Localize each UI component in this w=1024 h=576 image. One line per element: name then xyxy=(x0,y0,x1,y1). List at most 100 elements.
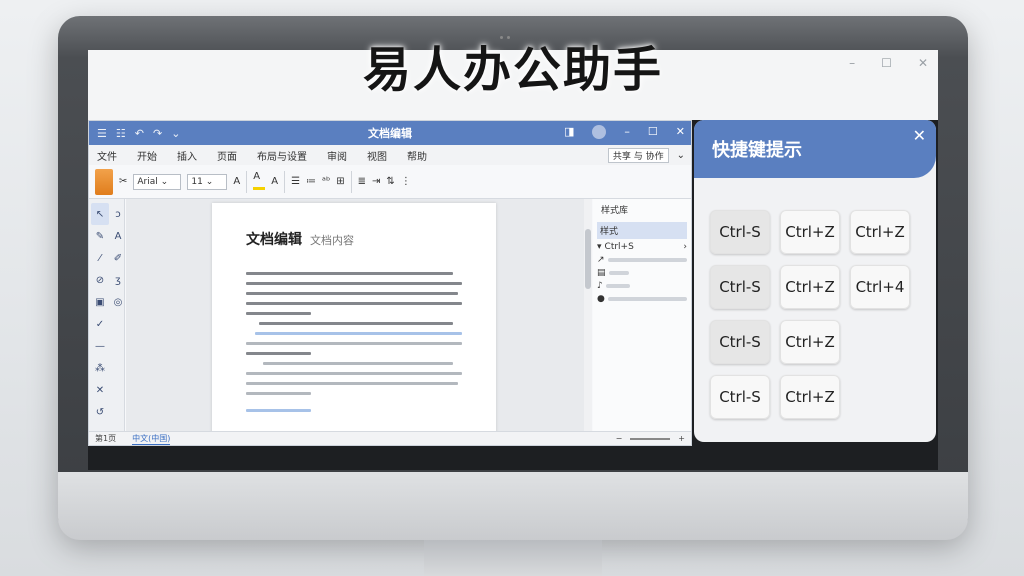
close-icon[interactable]: ✕ xyxy=(913,126,926,145)
curve-tool-icon[interactable]: ʒ xyxy=(109,269,127,291)
camera-dots xyxy=(500,24,514,39)
strikethrough-icon[interactable]: ᵃᵇ xyxy=(322,176,330,187)
selected-text-line xyxy=(254,332,462,335)
text-line xyxy=(246,382,458,385)
shape-tool-icon[interactable]: ⊘ xyxy=(91,269,109,291)
menu-layout[interactable]: 布局与设置 xyxy=(257,148,307,163)
indent-icon[interactable]: ⇥ xyxy=(372,176,380,187)
cross-tool-icon[interactable]: ✕ xyxy=(91,379,109,401)
editor-window: ☰ ☷ ↶ ↷ ⌄ 文档编辑 ◨ – ☐ ✕ 文件 开始 插入 页面 布局与设置… xyxy=(88,120,692,446)
doc-subheading: 文档内容 xyxy=(310,234,354,247)
font-grow-button[interactable]: A xyxy=(233,176,240,187)
image-tool-icon[interactable]: ▣ xyxy=(91,291,109,313)
lasso-tool-icon[interactable]: ɔ xyxy=(109,203,127,225)
pencil-tool-icon[interactable]: ✐ xyxy=(109,247,127,269)
font-size-value: 11 xyxy=(191,176,203,187)
shortcut-key[interactable]: Ctrl-S xyxy=(710,375,770,419)
rotate-tool-icon[interactable]: ↺ xyxy=(91,401,109,423)
zoom-in-button[interactable]: + xyxy=(678,434,685,443)
monitor-chin xyxy=(58,472,968,540)
magic-wand-icon[interactable]: ⁂ xyxy=(91,357,109,379)
footer-link-line xyxy=(246,409,311,412)
zoom-slider[interactable] xyxy=(630,437,671,440)
text-line xyxy=(246,312,311,315)
chevron-down-icon[interactable]: ⌄ xyxy=(677,150,685,161)
shortcut-key[interactable]: Ctrl-S xyxy=(710,210,770,254)
close-button[interactable]: ✕ xyxy=(676,125,685,139)
check-tool-icon[interactable]: ✓ xyxy=(91,313,109,335)
left-tool-palette: ↖ ɔ ✎ A ⁄ ✐ ⊘ ʒ ▣ ◎ ✓ — ⁂ ✕ ↺ xyxy=(89,199,125,431)
side-pane-item[interactable]: ▾ Ctrl+S › xyxy=(597,242,687,252)
fire-icon: ● xyxy=(597,294,605,304)
side-pane-item-selected[interactable]: 样式 xyxy=(597,222,687,239)
list-bullets-icon[interactable]: ≔ xyxy=(306,176,316,187)
empty-slot xyxy=(109,335,127,357)
text-line xyxy=(246,272,454,275)
side-pane-header: 样式库 xyxy=(601,206,629,216)
shortcut-key[interactable]: Ctrl+Z xyxy=(780,375,840,419)
divider xyxy=(246,170,248,193)
side-pane-item[interactable]: ↗ xyxy=(597,255,687,265)
text-line xyxy=(246,292,458,295)
menu-insert[interactable]: 插入 xyxy=(177,148,197,163)
zoom-out-button[interactable]: − xyxy=(616,434,623,443)
menu-bar: 文件 开始 插入 页面 布局与设置 审阅 视图 帮助 共享 与 协作 ⌄ xyxy=(89,145,691,165)
line-tool-icon[interactable]: — xyxy=(91,335,109,357)
vertical-scrollbar[interactable] xyxy=(584,199,592,431)
brush-tool-icon[interactable]: ⁄ xyxy=(91,247,109,269)
sort-icon[interactable]: ⇅ xyxy=(386,176,394,187)
ribbon: ✂ Arial ⌄ 11 ⌄ A A A ☰ ≔ ᵃᵇ ⊞ ≣ ⇥ ⇅ ⋮ xyxy=(89,165,691,199)
paragraph-icon[interactable]: ≣ xyxy=(358,176,366,187)
circle-tool-icon[interactable]: ◎ xyxy=(109,291,127,313)
status-bar: 第1页 中文(中国) − + xyxy=(89,431,691,445)
shortcut-key[interactable]: Ctrl+Z xyxy=(780,265,840,309)
share-button[interactable]: 共享 与 协作 xyxy=(607,147,669,163)
document-canvas: 文档编辑 文档内容 xyxy=(126,199,584,431)
select-tool-icon[interactable]: ↖ xyxy=(91,203,109,225)
shortcut-key[interactable]: Ctrl+4 xyxy=(850,265,910,309)
bold-icon[interactable]: A xyxy=(271,176,278,187)
font-size-select[interactable]: 11 ⌄ xyxy=(187,173,228,190)
text-line xyxy=(246,352,311,355)
font-color-button[interactable]: A xyxy=(253,171,266,193)
font-name-select[interactable]: Arial ⌄ xyxy=(133,173,182,190)
shortcut-panel-title: 快捷键提示 xyxy=(712,140,802,161)
menu-home[interactable]: 开始 xyxy=(137,148,157,163)
shortcut-key[interactable]: Ctrl-S xyxy=(710,265,770,309)
menu-view[interactable]: 视图 xyxy=(367,148,387,163)
side-pane-item[interactable]: ♪ xyxy=(597,281,687,291)
empty-key-slot xyxy=(850,375,910,419)
pen-tool-icon[interactable]: ✎ xyxy=(91,225,109,247)
divider xyxy=(284,170,286,193)
text-line xyxy=(246,392,311,395)
image-icon: ▤ xyxy=(597,268,606,278)
border-icon[interactable]: ⊞ xyxy=(336,176,344,187)
shortcut-panel-header: 快捷键提示 ✕ xyxy=(694,120,936,178)
document-page[interactable]: 文档编辑 文档内容 xyxy=(212,203,496,431)
chevron-right-icon: › xyxy=(683,242,687,252)
text-tool-icon[interactable]: A xyxy=(109,225,127,247)
shortcut-key[interactable]: Ctrl+Z xyxy=(780,320,840,364)
language-indicator[interactable]: 中文(中国) xyxy=(132,433,171,445)
cut-icon[interactable]: ✂ xyxy=(119,176,127,187)
more-icon[interactable]: ⋮ xyxy=(401,176,411,187)
empty-key-slot xyxy=(850,320,910,364)
shortcut-key[interactable]: Ctrl-S xyxy=(710,320,770,364)
menu-right: 共享 与 协作 ⌄ xyxy=(607,147,685,163)
side-pane-item[interactable]: ▤ xyxy=(597,268,687,278)
panel-toggle-icon[interactable]: ◨ xyxy=(564,125,574,139)
maximize-button[interactable]: ☐ xyxy=(648,125,658,139)
shortcut-key[interactable]: Ctrl+Z xyxy=(780,210,840,254)
menu-review[interactable]: 审阅 xyxy=(327,148,347,163)
side-pane-item[interactable]: ● xyxy=(597,294,687,304)
shortcut-key[interactable]: Ctrl+Z xyxy=(850,210,910,254)
menu-help[interactable]: 帮助 xyxy=(407,148,427,163)
minimize-button[interactable]: – xyxy=(624,125,630,139)
paste-icon[interactable] xyxy=(95,168,113,195)
scroll-thumb[interactable] xyxy=(585,229,591,289)
avatar[interactable] xyxy=(592,125,607,139)
align-icon[interactable]: ☰ xyxy=(291,176,300,187)
shortcut-panel: 快捷键提示 ✕ Ctrl-S Ctrl+Z Ctrl+Z Ctrl-S Ctrl+Z Ct… xyxy=(694,120,936,442)
menu-page[interactable]: 页面 xyxy=(217,148,237,163)
menu-file[interactable]: 文件 xyxy=(97,148,117,163)
